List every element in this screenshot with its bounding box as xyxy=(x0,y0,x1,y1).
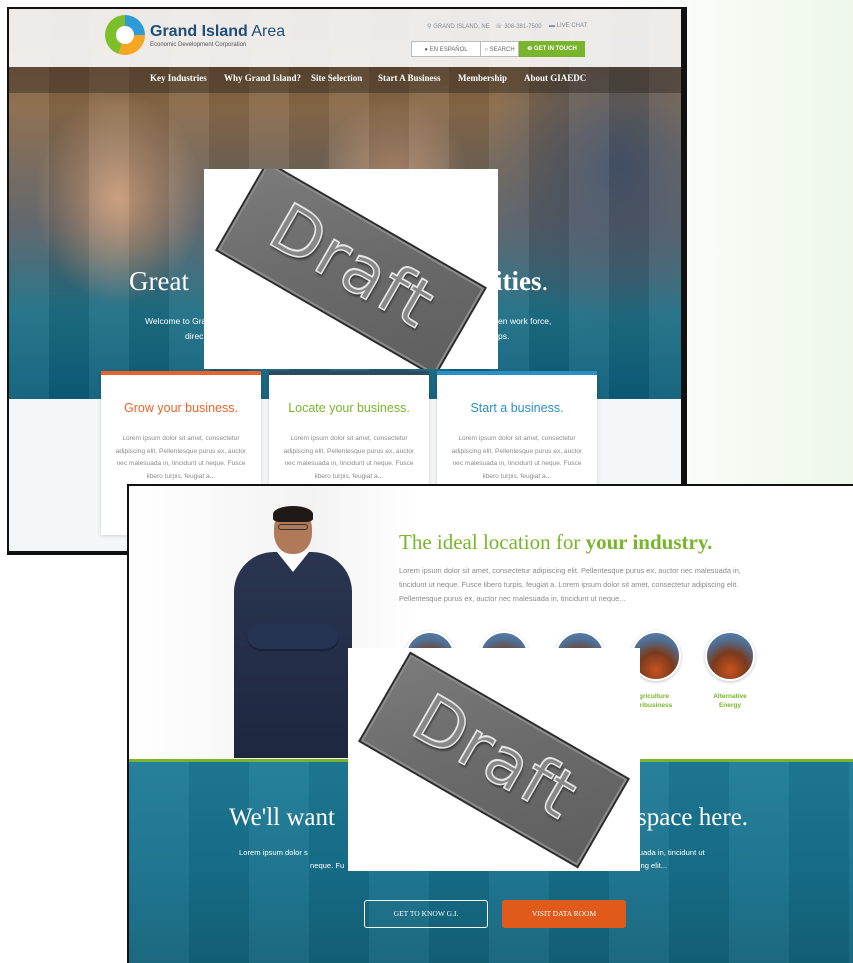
nav-membership[interactable]: Membership xyxy=(458,73,507,83)
card-text: Lorem ipsum dolor sit amet, consectetur … xyxy=(283,435,415,480)
draft-stamp: Draft xyxy=(204,169,498,369)
logo-subtitle: Economic Development Corporation xyxy=(150,42,247,48)
space-heading-left: We'll want xyxy=(229,804,335,831)
space-text-line1-right: suada in, tincidunt ut xyxy=(635,848,705,857)
space-text-line1-left: Lorem ipsum dolor s xyxy=(239,848,308,857)
visit-data-room-button[interactable]: VISIT DATA ROOM xyxy=(502,900,626,928)
industry-icon-alternative-energy[interactable] xyxy=(705,631,755,681)
card-text: Lorem ipsum dolor sit amet, consectetur … xyxy=(451,435,583,480)
get-in-touch-button[interactable]: ⊕ GET IN TOUCH xyxy=(519,41,585,57)
worker-photo xyxy=(229,506,359,758)
espanol-button[interactable]: ● EN ESPAÑOL xyxy=(411,41,481,57)
industry-text: Lorem ipsum dolor sit amet, consectetur … xyxy=(399,566,741,603)
live-chat-link[interactable]: ▬ LIVE CHAT xyxy=(549,23,587,29)
phone-icon: ☏ xyxy=(495,24,503,30)
nav-start-a-business[interactable]: Start A Business xyxy=(378,73,441,83)
industry-label-alternative-energy[interactable]: Alternative Energy xyxy=(690,692,770,710)
industry-heading: The ideal location for your industry. xyxy=(399,530,713,554)
nav-about[interactable]: About GIAEDC xyxy=(524,73,586,83)
hero-heading-left: Great xyxy=(129,266,189,296)
chat-icon: ▬ xyxy=(549,23,555,29)
draft-stamp-badge: Draft xyxy=(215,169,487,369)
phone-link[interactable]: ☏ 308-381-7500 xyxy=(495,23,542,30)
search-button[interactable]: ○ SEARCH xyxy=(481,41,519,57)
hero-subtext-line2-right: ps. xyxy=(498,331,510,341)
hero-subtext-line1-right: en work force, xyxy=(498,316,552,326)
space-heading-right: space here. xyxy=(637,804,749,831)
speech-bubble-icon: ● xyxy=(424,47,429,53)
card-title: Start a business. xyxy=(470,401,564,415)
nav-key-industries[interactable]: Key Industries xyxy=(150,73,207,83)
card-title: Grow your business. xyxy=(124,401,238,415)
get-to-know-button[interactable]: GET TO KNOW G.I. xyxy=(364,900,488,928)
logo-icon[interactable] xyxy=(105,15,145,55)
nav-site-selection[interactable]: Site Selection xyxy=(311,73,362,83)
search-icon: ○ xyxy=(484,47,488,53)
draft-stamp-text: Draft xyxy=(399,678,592,834)
hero-heading-right: ities. xyxy=(495,266,549,296)
card-title: Locate your business. xyxy=(288,401,410,415)
nav-why-grand-island[interactable]: Why Grand Island? xyxy=(224,73,301,83)
draft-stamp: Draft xyxy=(348,648,640,871)
location-link[interactable]: ⚲ GRAND ISLAND, NE xyxy=(427,23,490,30)
plus-circle-icon: ⊕ xyxy=(527,46,533,52)
card-text: Lorem ipsum dolor sit amet, consectetur … xyxy=(115,435,247,480)
hero-subtext-line2-left: direc xyxy=(185,331,204,341)
map-pin-icon: ⚲ xyxy=(427,24,432,30)
draft-stamp-badge: Draft xyxy=(358,650,630,869)
space-text-line2-left: neque. Fu xyxy=(310,861,345,870)
draft-stamp-text: Draft xyxy=(256,188,449,344)
hero-subtext-line1-left: Welcome to Gra xyxy=(145,316,207,326)
logo-name[interactable]: Grand Island Area xyxy=(150,23,285,41)
